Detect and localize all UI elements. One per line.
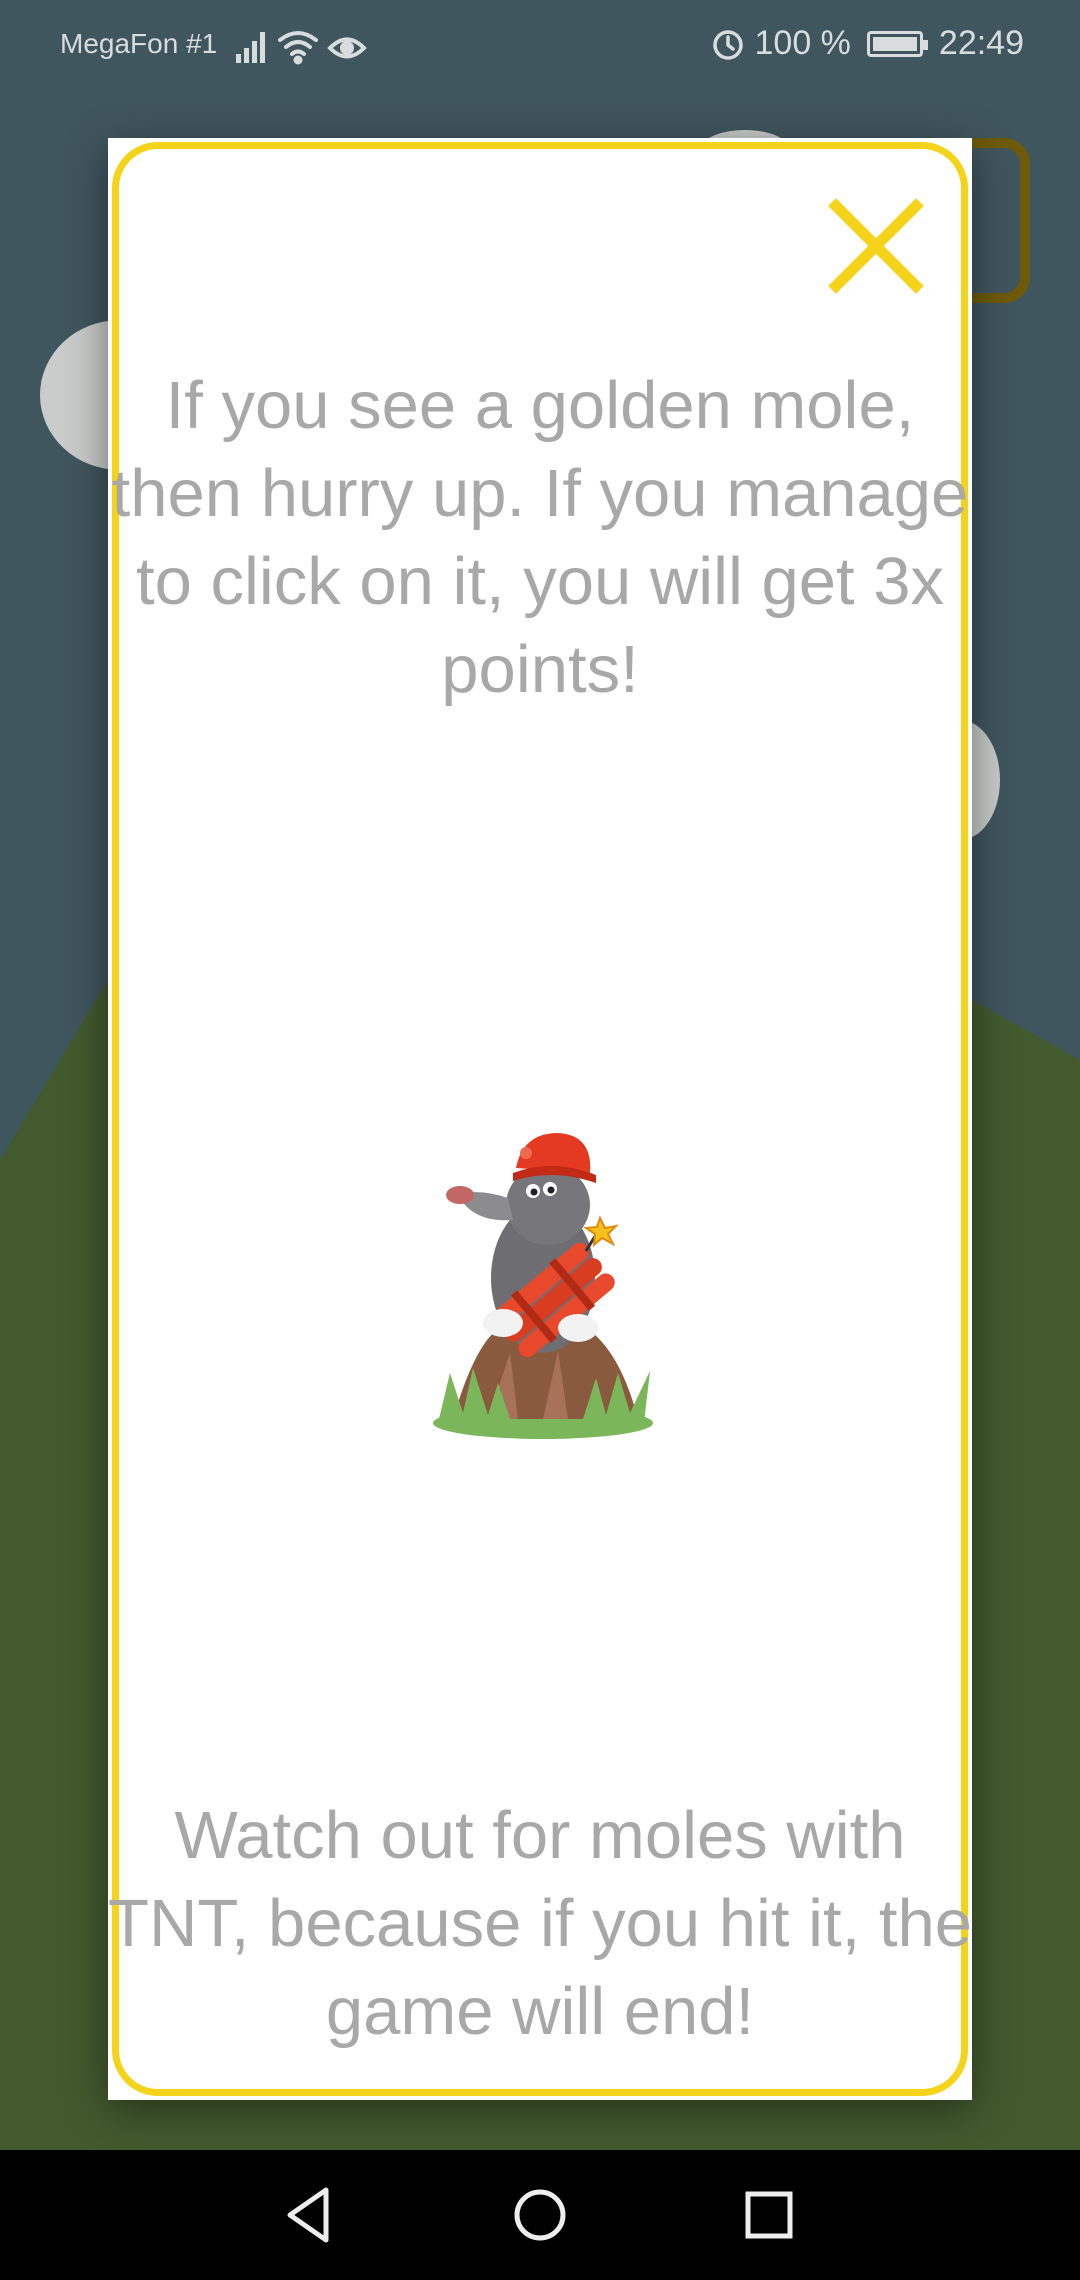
recents-button[interactable] xyxy=(734,2180,804,2250)
back-icon[interactable] xyxy=(276,2180,346,2250)
signal-icon xyxy=(236,32,265,63)
battery-icon xyxy=(866,30,928,57)
navigation-bar xyxy=(0,2150,1080,2280)
status-right: 100 % 22:49 xyxy=(711,24,1024,63)
clock: 22:49 xyxy=(938,24,1024,62)
eye-icon xyxy=(327,37,367,59)
close-icon[interactable] xyxy=(820,190,932,302)
tnt-mole-tip: Watch out for moles with TNT, because if… xyxy=(108,1798,972,2049)
back-button[interactable] xyxy=(276,2180,346,2250)
alarm-icon xyxy=(712,29,743,60)
recents-icon[interactable] xyxy=(734,2180,804,2250)
home-button[interactable] xyxy=(505,2180,575,2250)
close-button[interactable] xyxy=(820,190,932,302)
home-icon[interactable] xyxy=(505,2180,575,2250)
carrier-name: MegaFon #1 xyxy=(60,28,218,59)
mole-with-tnt-icon xyxy=(433,1133,653,1439)
golden-mole-tip: If you see a golden mole, then hurry up.… xyxy=(111,368,969,707)
system-icons xyxy=(236,31,367,65)
wifi-icon xyxy=(278,31,318,65)
status-bar: MegaFon #1 100 % 22:49 xyxy=(0,0,1080,92)
tips-dialog: If you see a golden mole, then hurry up.… xyxy=(108,138,972,2100)
battery-level: 100 % xyxy=(754,24,851,62)
